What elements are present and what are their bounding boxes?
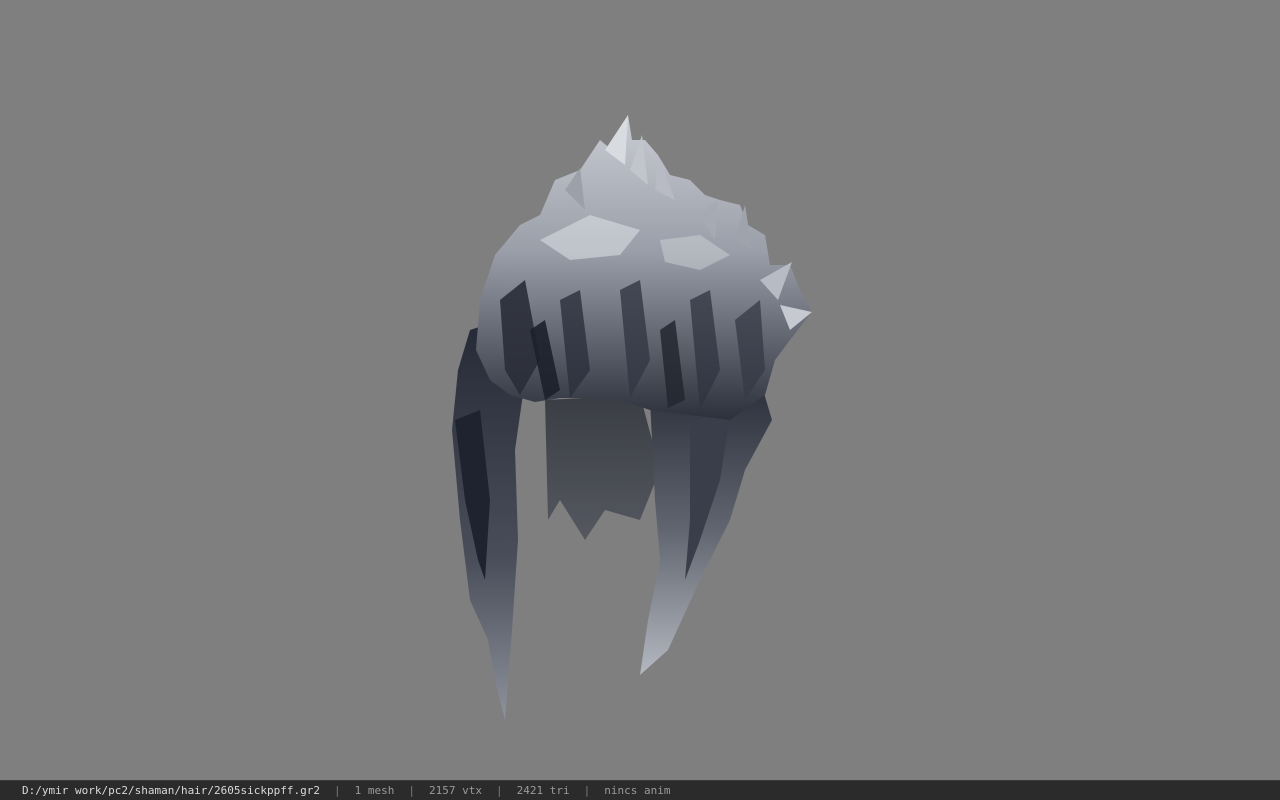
mesh-count: 1 mesh: [354, 784, 395, 797]
status-separator: |: [334, 784, 341, 797]
vertex-count: 2157 vtx: [429, 784, 482, 797]
animation-status: nincs anim: [604, 784, 671, 797]
status-bar: D:/ymir work/pc2/shaman/hair/2605sickppf…: [0, 780, 1280, 800]
status-separator: |: [583, 784, 591, 797]
status-separator: |: [496, 784, 503, 797]
file-path: D:/ymir work/pc2/shaman/hair/2605sickppf…: [22, 784, 321, 797]
3d-viewport[interactable]: [0, 0, 1280, 780]
hair-mesh-icon: [452, 115, 812, 720]
triangle-count: 2421 tri: [516, 784, 570, 797]
status-separator: |: [408, 784, 416, 797]
